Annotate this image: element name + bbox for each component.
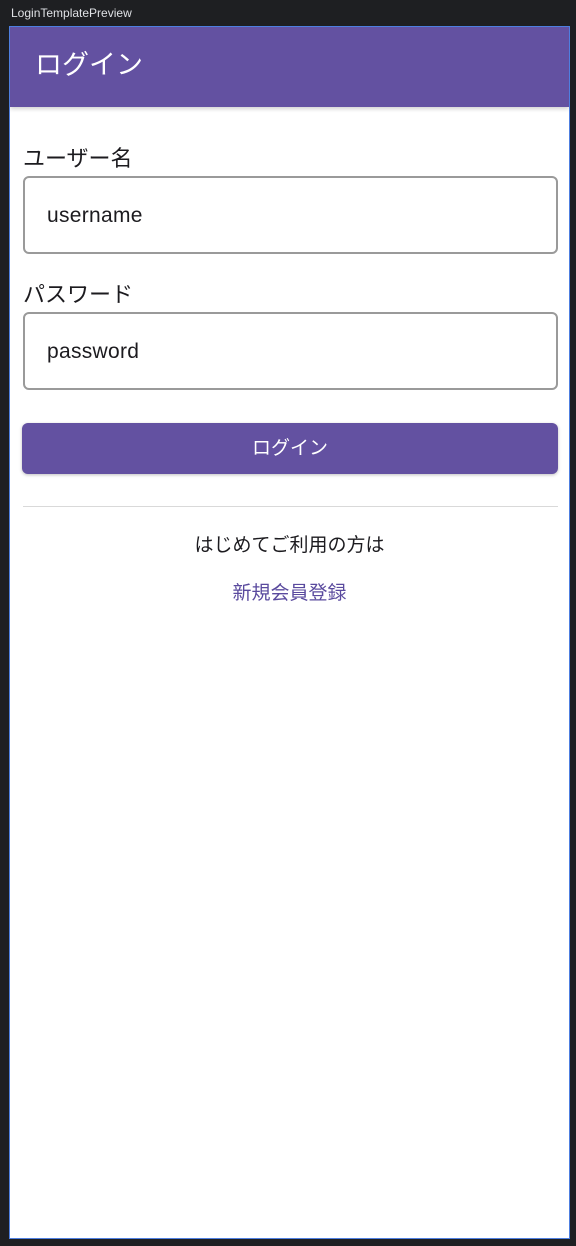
- username-field[interactable]: username: [23, 176, 558, 254]
- first-time-user-text: はじめてご利用の方は: [194, 534, 385, 556]
- divider: [23, 506, 558, 507]
- login-button[interactable]: ログイン: [22, 423, 558, 474]
- password-label: パスワード: [23, 283, 134, 308]
- username-value: username: [47, 204, 143, 227]
- register-link[interactable]: 新規会員登録: [10, 580, 569, 606]
- preview-title: LoginTemplatePreview: [11, 6, 132, 20]
- device-preview-frame: ログイン ユーザー名 username パスワード password ログイン …: [9, 26, 570, 1239]
- password-value: password: [47, 340, 140, 363]
- app-bar-title: ログイン: [35, 50, 143, 81]
- password-field[interactable]: password: [23, 312, 558, 390]
- username-label: ユーザー名: [23, 147, 133, 172]
- top-app-bar: ログイン: [10, 27, 569, 107]
- login-button-label: ログイン: [251, 437, 328, 459]
